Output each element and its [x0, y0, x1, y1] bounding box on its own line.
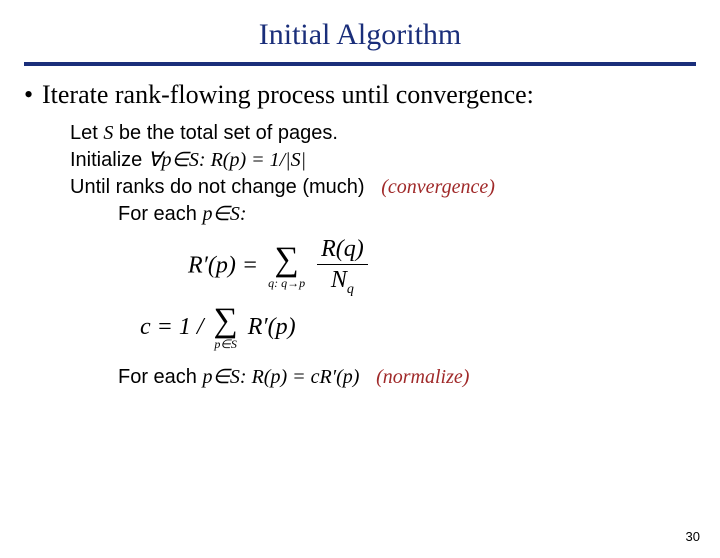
sum-sub: q: q→p	[268, 277, 305, 289]
var-S: S	[103, 122, 113, 144]
body: R′(p)	[248, 313, 296, 339]
formula-c: c = 1 / ∑ p∈S R′(p)	[140, 306, 720, 351]
algorithm-block: Let S be the total set of pages. Initial…	[70, 120, 720, 391]
denominator: Nq	[317, 265, 368, 297]
algo-line-3: Until ranks do not change (much) (conver…	[70, 174, 720, 201]
bullet-text: Iterate rank-flowing process until conve…	[42, 80, 534, 109]
sigma-icon: ∑ p∈S	[214, 306, 238, 351]
lhs: c = 1 /	[140, 313, 204, 339]
page-title: Initial Algorithm	[0, 18, 720, 52]
fraction: R(q) Nq	[317, 236, 368, 298]
math: p∈S: R(p) = cR′(p)	[202, 366, 359, 388]
text: For each	[118, 203, 202, 225]
numerator: R(q)	[317, 236, 368, 265]
algo-line-1: Let S be the total set of pages.	[70, 120, 720, 147]
text: For each	[118, 366, 202, 388]
text: Until ranks do not change (much)	[70, 176, 365, 198]
text: Let	[70, 122, 103, 144]
sum-sub: p∈S	[214, 338, 238, 350]
algo-line-4: For each p∈S:	[118, 201, 720, 228]
text: be the total set of pages.	[113, 122, 338, 144]
algo-line-5: For each p∈S: R(p) = cR′(p) (normalize)	[118, 364, 720, 391]
title-underline	[24, 62, 696, 66]
algo-line-2: Initialize ∀p∈S: R(p) = 1/|S|	[70, 147, 720, 174]
bullet-icon: •	[24, 80, 42, 110]
lhs: R′(p) =	[188, 252, 258, 278]
formula-rprime: R′(p) = ∑ q: q→p R(q) Nq	[188, 236, 720, 298]
math: p∈S:	[202, 203, 246, 225]
comment-convergence: (convergence)	[381, 176, 495, 198]
slide: Initial Algorithm •Iterate rank-flowing …	[0, 18, 720, 558]
text: Initialize	[70, 149, 148, 171]
den-q: q	[347, 282, 354, 297]
sigma-icon: ∑ q: q→p	[268, 245, 305, 290]
math: 1/|S|	[270, 149, 307, 171]
slide-number: 30	[686, 529, 700, 544]
math: ∀p∈S: R(p) =	[148, 149, 270, 171]
comment-normalize: (normalize)	[376, 366, 469, 388]
den-N: N	[331, 267, 347, 293]
bullet-line: •Iterate rank-flowing process until conv…	[24, 80, 696, 110]
